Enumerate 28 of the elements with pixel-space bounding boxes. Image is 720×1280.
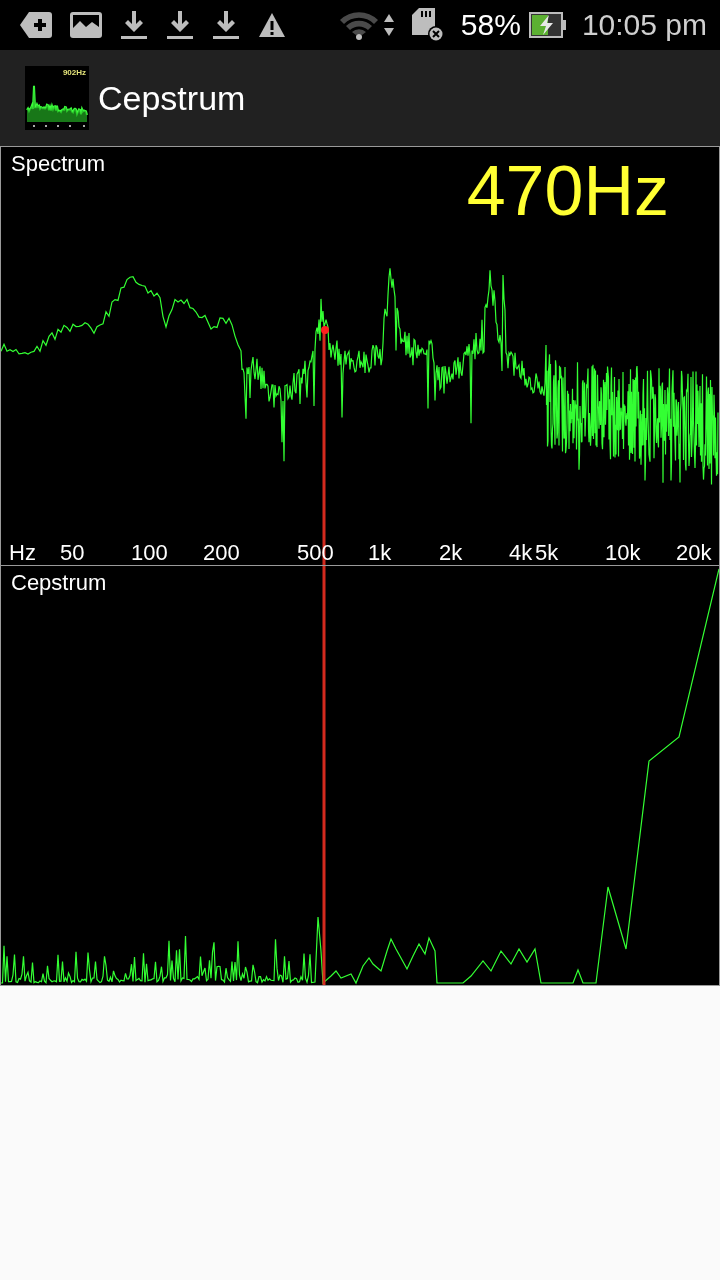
clock-time: 10:05 pm [581,10,707,40]
download-icon [212,10,240,40]
download-icon [166,10,194,40]
panel-title: Spectrum [11,153,106,175]
frequency-readout: 470Hz [466,156,669,226]
battery-charging-icon [528,12,567,38]
axis-label: 50 [60,542,85,564]
axis-label: 10k [605,542,641,564]
axis-label: 1k [368,542,392,564]
warning-icon [258,12,286,38]
axis-label: 200 [203,542,240,564]
axis-label: Hz [9,542,36,564]
image-icon [70,12,102,38]
axis-label: 20k [676,542,712,564]
data-arrows-icon [382,13,395,37]
app-title: Cepstrum [98,81,246,115]
axis-label: 2k [439,542,463,564]
panel-title: Cepstrum [11,572,107,594]
cursor-dot-icon [321,326,329,334]
label-plus-icon [20,11,52,39]
axis-label: 100 [131,542,168,564]
wifi-icon [338,10,379,40]
axis-label: 5k [535,542,559,564]
axis-label: 4k [509,542,533,564]
sd-card-icon [410,7,445,43]
icon-label: 902Hz [62,69,86,77]
download-icon [120,10,148,40]
battery-percent: 58% [460,10,521,40]
